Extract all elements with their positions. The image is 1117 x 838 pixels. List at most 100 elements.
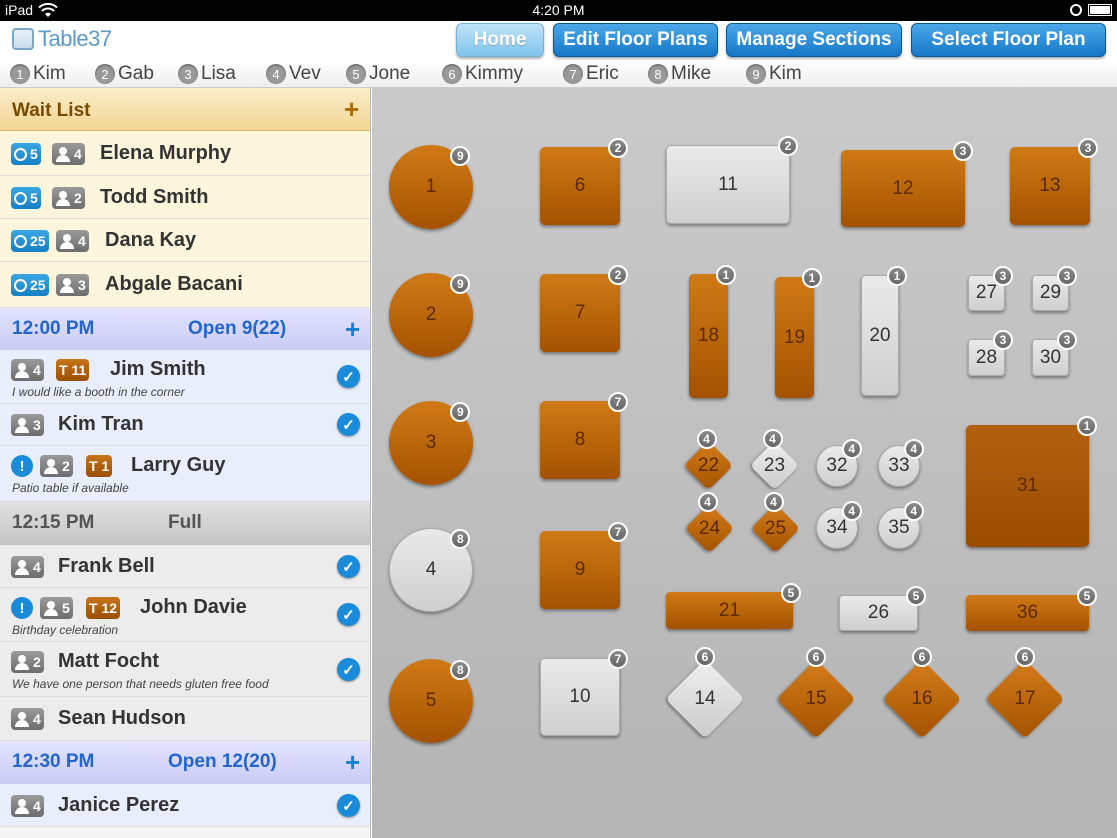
table-capacity-badge: 3 [1057, 266, 1077, 286]
server-item[interactable]: 7 Eric [563, 63, 619, 85]
party-size-badge-value: 3 [33, 417, 41, 433]
server-item[interactable]: 3 Lisa [178, 63, 236, 85]
list-item[interactable]: 25 4 Dana Kay [0, 219, 370, 262]
party-size-badge-value: 4 [33, 711, 41, 727]
server-name: Kimmy [465, 63, 524, 84]
seated-check-icon[interactable]: ✓ [337, 555, 360, 578]
table-capacity-badge: 6 [1015, 647, 1035, 668]
guest-name: Jim Smith [110, 358, 206, 380]
table-number: 7 [574, 302, 586, 323]
table-36[interactable]: 36 [966, 595, 1089, 631]
table-capacity-badge: 8 [450, 528, 471, 549]
table-capacity-badge: 1 [716, 265, 736, 285]
server-number-badge: 7 [563, 64, 583, 84]
clock-time: 4:20 PM [532, 2, 585, 18]
guest-name: Elena Murphy [100, 142, 232, 164]
party-size-badge: 5 [40, 597, 73, 619]
list-item[interactable]: 4 Frank Bell ✓ [0, 545, 370, 588]
server-item[interactable]: 8 Mike [648, 63, 711, 85]
server-item[interactable]: 5 Jone [346, 63, 410, 85]
add-wait-button[interactable]: + [344, 96, 359, 122]
manage-sections-button[interactable]: Manage Sections [726, 23, 902, 57]
list-item[interactable]: 2 Matt Focht We have one person that needs… [0, 642, 370, 697]
reservation-note: We have one person that needs gluten fre… [12, 677, 269, 691]
app-root: iPad 4:20 PM Table37 Home Edit Floor Pla… [0, 0, 1117, 838]
table-25[interactable]: 25 [750, 503, 801, 554]
table-10[interactable]: 10 [540, 658, 620, 736]
seated-check-icon[interactable]: ✓ [337, 603, 360, 626]
server-item[interactable]: 9 Kim [746, 63, 802, 85]
person-icon [59, 234, 75, 249]
server-item[interactable]: 6 Kimmy [442, 63, 523, 85]
select-floor-plan-button[interactable]: Select Floor Plan [911, 23, 1106, 57]
table-number: 14 [694, 688, 716, 709]
table-6[interactable]: 6 [540, 147, 620, 225]
party-size-badge-value: 4 [33, 362, 41, 378]
table-31[interactable]: 31 [966, 425, 1089, 547]
seated-check-icon[interactable]: ✓ [337, 794, 360, 817]
server-item[interactable]: 2 Gab [95, 63, 154, 85]
table-23[interactable]: 23 [749, 440, 800, 491]
list-item[interactable]: 4 Janice Perez ✓ [0, 784, 370, 827]
server-name: Lisa [201, 63, 236, 84]
table-number: 8 [574, 429, 586, 450]
party-size-badge-value: 3 [78, 277, 86, 293]
table-capacity-badge: 6 [912, 647, 932, 668]
table-20[interactable]: 20 [861, 275, 899, 396]
table-15[interactable]: 15 [776, 659, 856, 739]
table-capacity-badge: 4 [762, 428, 783, 449]
list-item[interactable]: 5 4 Elena Murphy [0, 131, 370, 176]
table-22[interactable]: 22 [683, 440, 734, 491]
server-number-badge: 3 [178, 64, 198, 84]
table-13[interactable]: 13 [1010, 147, 1090, 225]
table-capacity-badge: 3 [1078, 138, 1098, 158]
guest-name: Todd Smith [100, 186, 209, 208]
list-item[interactable]: ! 2 T 1 Larry Guy Patio table if available [0, 446, 370, 502]
table-number: 34 [826, 517, 848, 538]
server-number-badge: 5 [346, 64, 366, 84]
time-slot-header: 12:00 PM Open 9(22) + [0, 308, 370, 350]
seated-check-icon[interactable]: ✓ [337, 365, 360, 388]
home-button[interactable]: Home [456, 23, 544, 57]
app-logo: Table37 [12, 25, 112, 53]
add-reservation-button[interactable]: + [345, 316, 360, 342]
server-name: Kim [33, 63, 66, 84]
table-number: 4 [425, 559, 437, 580]
table-16[interactable]: 16 [882, 659, 962, 739]
table-14[interactable]: 14 [665, 659, 745, 739]
edit-floor-plans-button[interactable]: Edit Floor Plans [553, 23, 718, 57]
table-21[interactable]: 21 [666, 592, 793, 629]
list-item[interactable]: ! 5 T 12 John Davie Birthday celebration ✓ [0, 588, 370, 642]
table-8[interactable]: 8 [540, 401, 620, 479]
slot-status: Open 9(22) [188, 318, 287, 339]
server-item[interactable]: 1 Kim [10, 63, 66, 85]
table-24[interactable]: 24 [684, 503, 735, 554]
list-item[interactable]: 4 Sean Hudson [0, 697, 370, 741]
add-reservation-button[interactable]: + [345, 749, 360, 775]
table-number: 29 [1039, 282, 1062, 303]
seated-check-icon[interactable]: ✓ [337, 658, 360, 681]
list-item[interactable]: 3 Kim Tran ✓ [0, 404, 370, 446]
time-slot-header: 12:30 PM Open 12(20) + [0, 741, 370, 784]
table-11[interactable]: 11 [666, 145, 790, 224]
table-18[interactable]: 18 [689, 274, 728, 398]
guest-name: John Davie [140, 596, 247, 618]
party-size-badge-value: 4 [78, 233, 86, 249]
guest-name: Abgale Bacani [105, 273, 243, 295]
table-19[interactable]: 19 [775, 277, 814, 398]
table-capacity-badge: 7 [608, 522, 628, 542]
server-item[interactable]: 4 Vev [266, 63, 321, 85]
party-size-badge: 2 [11, 651, 44, 673]
table-9[interactable]: 9 [540, 531, 620, 609]
list-item[interactable]: 5 2 Todd Smith [0, 176, 370, 219]
table-12[interactable]: 12 [841, 150, 965, 227]
seated-check-icon[interactable]: ✓ [337, 413, 360, 436]
table-number: 33 [888, 455, 910, 476]
reservation-note: Patio table if available [12, 481, 129, 495]
table-17[interactable]: 17 [985, 659, 1065, 739]
list-item[interactable]: 4 T 11 Jim Smith I would like a booth in th… [0, 350, 370, 404]
list-item[interactable]: 25 3 Abgale Bacani [0, 262, 370, 308]
table-number: 10 [569, 686, 591, 707]
clock-icon [14, 147, 27, 161]
table-7[interactable]: 7 [540, 274, 620, 352]
